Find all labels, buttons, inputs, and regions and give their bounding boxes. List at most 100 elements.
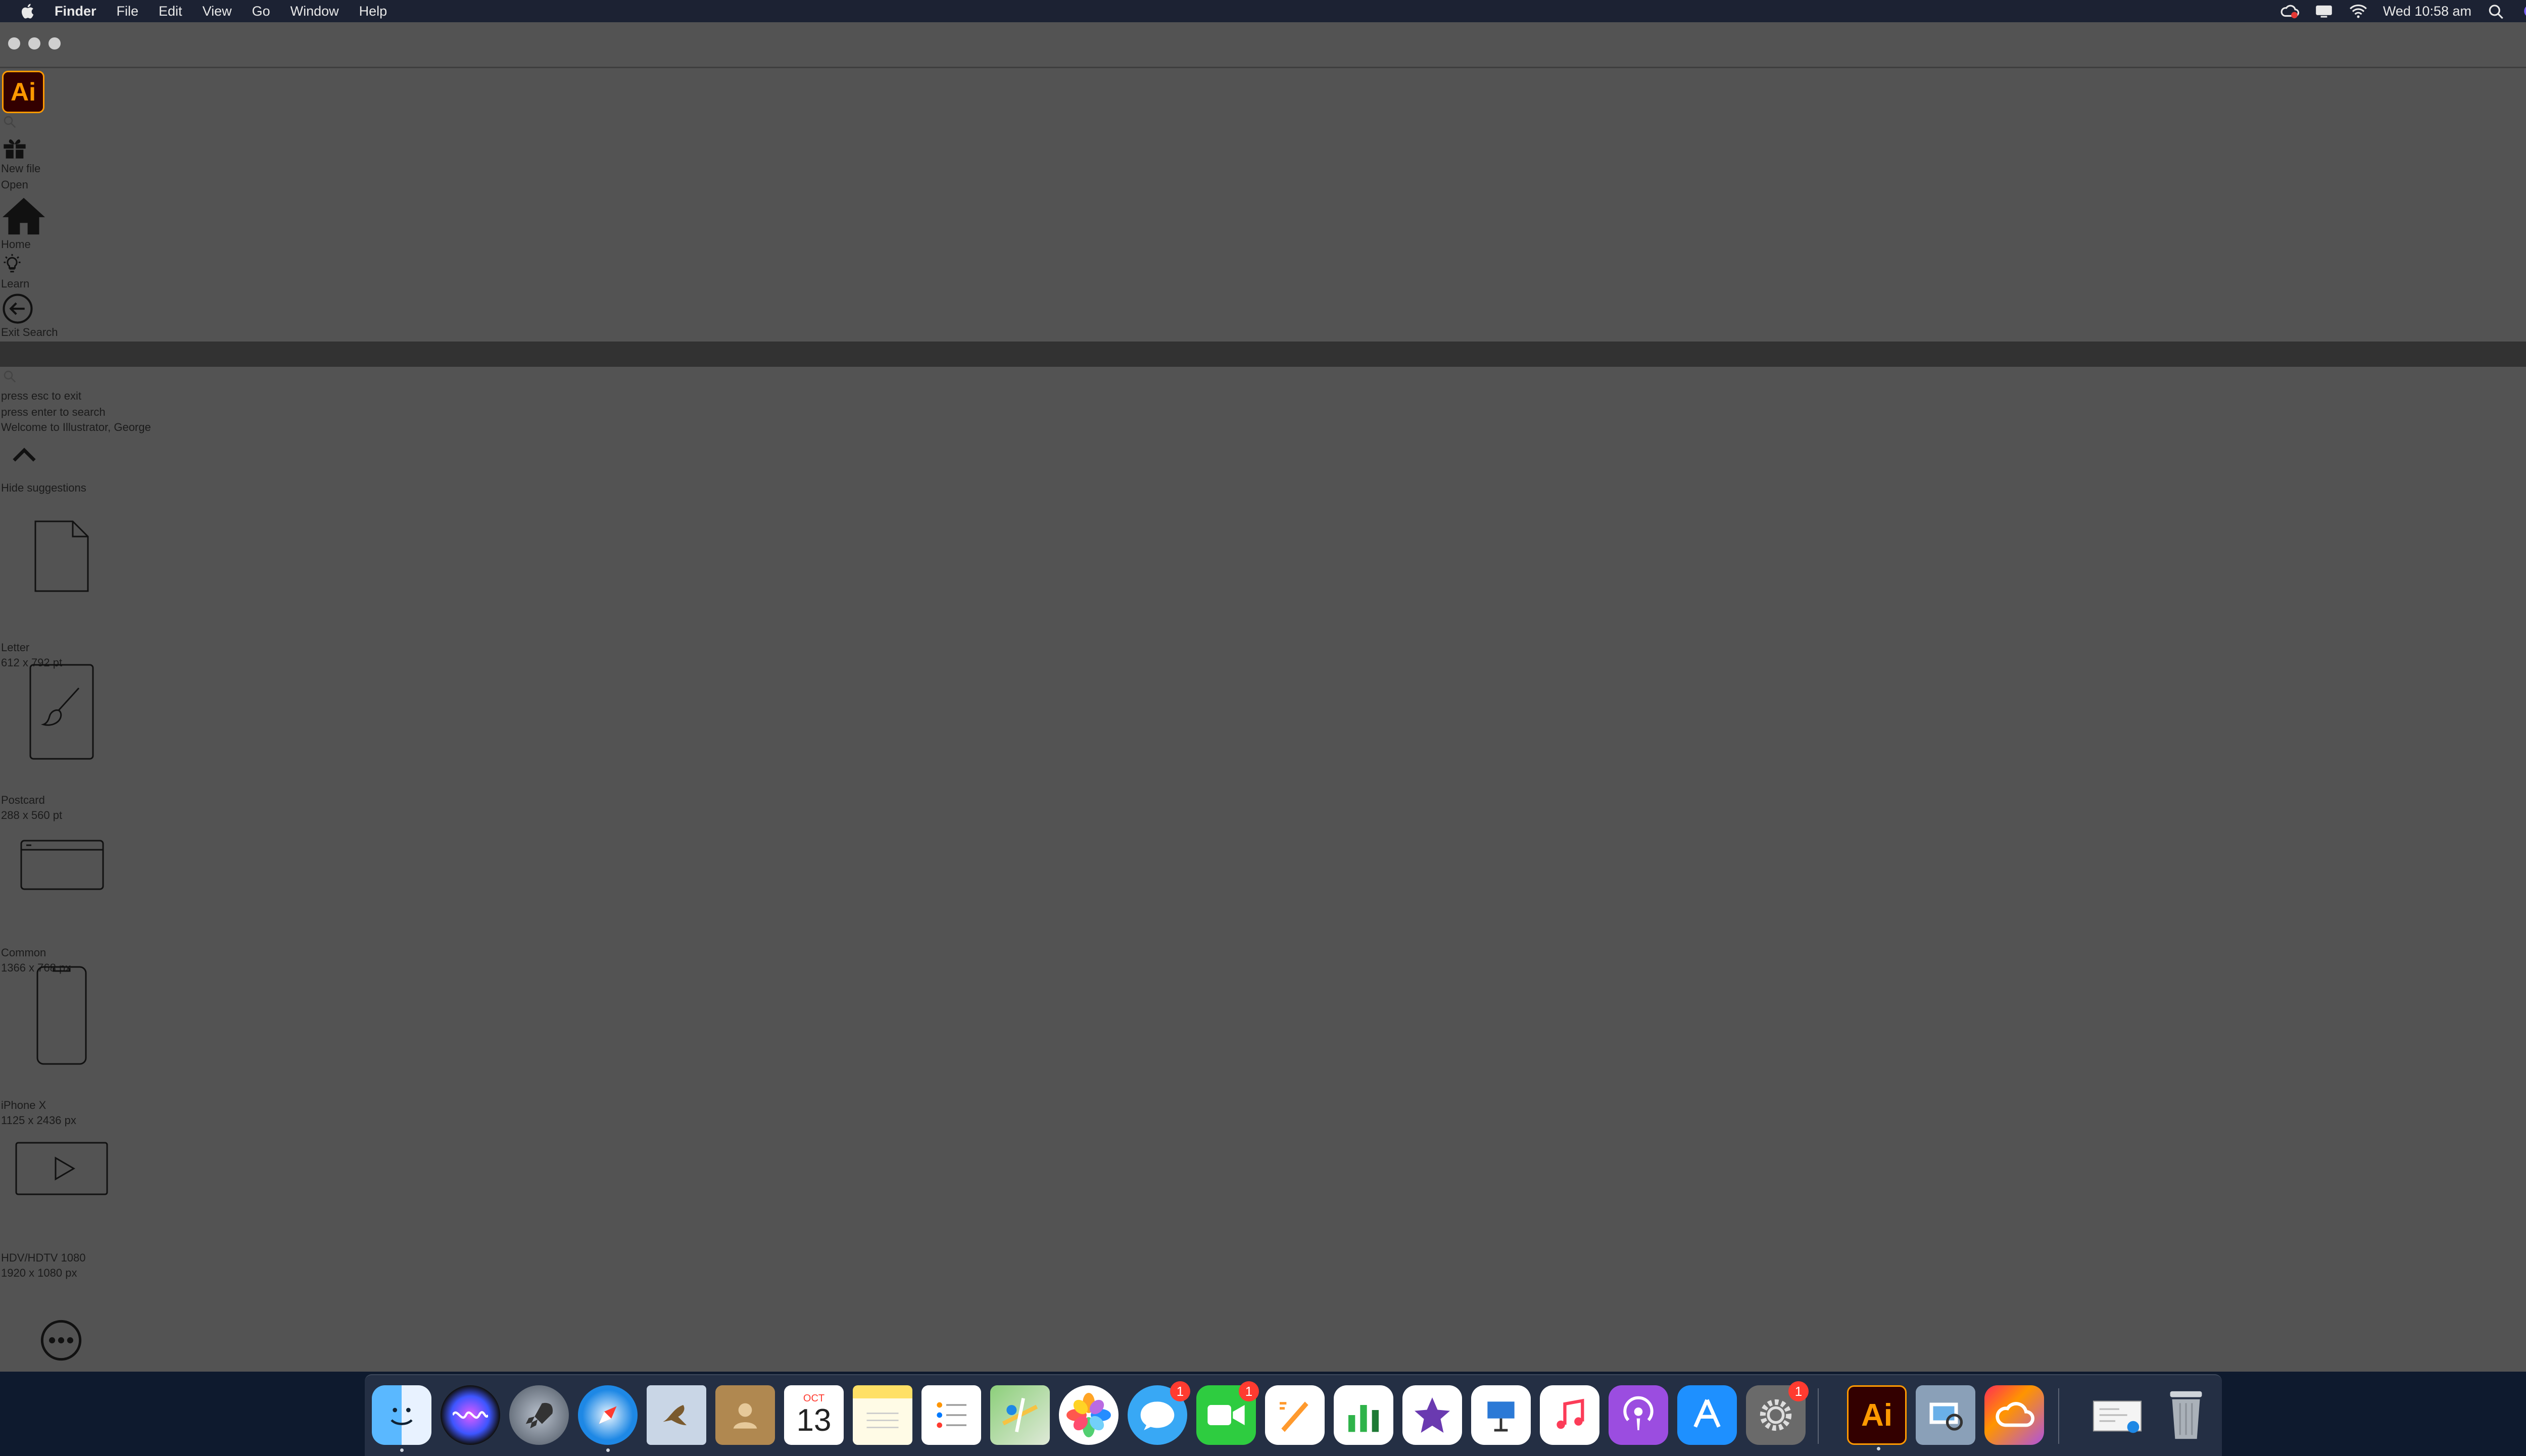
dock-pages[interactable] (1265, 1385, 1325, 1445)
preset-letter-name[interactable]: Letter (1, 642, 29, 654)
home-icon[interactable] (0, 194, 47, 236)
gear-icon (1760, 1399, 1792, 1431)
close-window-button[interactable] (8, 37, 20, 50)
dock-notes[interactable] (853, 1385, 912, 1445)
app-store-a-icon (1693, 1399, 1721, 1428)
menu-bar: Finder File Edit View Go Window Help Wed… (0, 0, 2526, 22)
menu-view[interactable]: View (203, 4, 232, 19)
preset-hdtv-size: 1920 x 1080 px (1, 1267, 77, 1279)
trash-icon (2170, 1391, 2202, 1439)
dock-separator (1818, 1388, 1819, 1444)
dock-imovie[interactable] (1402, 1385, 1462, 1445)
running-indicator (606, 1448, 610, 1452)
zoom-window-button[interactable] (48, 37, 61, 50)
phone-icon (36, 966, 87, 1065)
apple-menu-icon[interactable] (19, 2, 37, 20)
hide-suggestions-link[interactable]: Hide suggestions (1, 482, 86, 494)
browser-window-icon (20, 840, 104, 890)
search-bar-band[interactable] (0, 342, 2526, 367)
dock-trash[interactable] (2156, 1385, 2216, 1445)
dock-music[interactable] (1540, 1385, 1599, 1445)
menu-window[interactable]: Window (290, 4, 339, 19)
preset-iphonex-name[interactable]: iPhone X (1, 1099, 46, 1111)
dock-podcasts[interactable] (1609, 1385, 1668, 1445)
search-icon[interactable] (2, 114, 17, 129)
calendar-day: 13 (796, 1403, 832, 1438)
menu-go[interactable]: Go (252, 4, 270, 19)
display-icon[interactable] (2314, 3, 2334, 19)
downloads-document-icon (2093, 1400, 2142, 1433)
siri-icon[interactable] (2521, 3, 2526, 19)
dock-messages[interactable]: 1 (1128, 1381, 1190, 1445)
dock-photos[interactable] (1059, 1385, 1119, 1445)
video-camera-icon (1207, 1405, 1245, 1425)
learn-label[interactable]: Learn (1, 278, 29, 290)
pen-icon (1280, 1401, 1308, 1432)
creative-cloud-icon[interactable] (2280, 3, 2299, 19)
home-label[interactable]: Home (1, 238, 31, 251)
podium-icon (1487, 1401, 1515, 1432)
back-arrow-icon[interactable] (1, 292, 34, 325)
preset-hdtv-thumbnail[interactable] (15, 1142, 108, 1195)
preset-postcard-name[interactable]: Postcard (1, 794, 45, 806)
dock-maps[interactable] (990, 1385, 1050, 1445)
preset-letter-thumbnail[interactable] (33, 519, 90, 593)
bar-chart-icon (1348, 1405, 1379, 1432)
menu-app-name[interactable]: Finder (55, 4, 96, 19)
music-note-icon (1557, 1398, 1584, 1429)
dock-mail[interactable] (647, 1385, 706, 1445)
window-titlebar (0, 22, 2526, 68)
dock-launchpad[interactable] (509, 1385, 569, 1445)
preset-iphonex-size: 1125 x 2436 px (1, 1114, 76, 1127)
chevron-up-icon[interactable] (10, 446, 38, 464)
search-icon[interactable] (2, 369, 17, 384)
dock-system-preferences[interactable]: 1 (1746, 1381, 1809, 1445)
dock-calendar[interactable]: OCT 13 (784, 1385, 844, 1445)
compass-icon (599, 1406, 617, 1424)
dock-siri[interactable] (441, 1385, 500, 1445)
illustrator-app-logo: Ai (2, 71, 44, 113)
dock-illustrator[interactable]: Ai (1847, 1385, 1907, 1450)
menu-file[interactable]: File (117, 4, 139, 19)
preset-common-thumbnail[interactable] (20, 840, 104, 890)
minimize-window-button[interactable] (28, 37, 40, 50)
video-icon (15, 1142, 108, 1195)
more-options-icon[interactable] (39, 1319, 83, 1362)
preset-iphonex-thumbnail[interactable] (36, 966, 87, 1065)
menu-help[interactable]: Help (359, 4, 387, 19)
system-preferences-badge: 1 (1788, 1381, 1809, 1401)
dock-facetime[interactable]: 1 (1196, 1381, 1259, 1445)
dock-app-store[interactable] (1677, 1385, 1737, 1445)
illustrator-home-window: Ai New file Open Home Learn Exit Search … (0, 22, 2526, 1372)
wifi-icon[interactable] (2349, 3, 2368, 19)
preset-hdtv-name[interactable]: HDV/HDTV 1080 (1, 1252, 86, 1264)
preset-postcard-thumbnail[interactable] (29, 664, 94, 760)
search-hint-esc: press esc to exit (1, 390, 81, 402)
welcome-heading: Welcome to Illustrator, George (1, 421, 151, 433)
new-file-gift-icon[interactable] (1, 134, 28, 161)
exit-search-label[interactable]: Exit Search (1, 326, 58, 338)
calendar-month: OCT (803, 1393, 825, 1404)
photos-flower-icon (1066, 1393, 1111, 1437)
messages-badge: 1 (1170, 1381, 1190, 1401)
new-file-label[interactable]: New file (1, 163, 40, 175)
dock-safari[interactable] (578, 1385, 638, 1452)
menu-edit[interactable]: Edit (159, 4, 182, 19)
open-file-label[interactable]: Open (1, 179, 28, 191)
illustrator-dock-label: Ai (1861, 1397, 1892, 1433)
dock-downloads-stack[interactable] (2087, 1385, 2147, 1445)
dock-finder[interactable] (372, 1385, 431, 1452)
dock-contacts[interactable] (715, 1385, 775, 1445)
preset-common-name[interactable]: Common (1, 947, 46, 959)
dock-reminders[interactable] (921, 1385, 981, 1445)
dock-keynote[interactable] (1471, 1385, 1531, 1445)
creative-cloud-icon (1996, 1402, 2034, 1427)
search-hint-enter: press enter to search (1, 406, 106, 418)
running-indicator (1877, 1447, 1880, 1450)
dock-numbers[interactable] (1334, 1385, 1393, 1445)
dock-preview[interactable] (1916, 1385, 1975, 1445)
menu-clock[interactable]: Wed 10:58 am (2383, 4, 2471, 19)
dock-creative-cloud[interactable] (1984, 1385, 2044, 1445)
lightbulb-icon[interactable] (1, 253, 23, 276)
search-icon[interactable] (2487, 3, 2506, 19)
